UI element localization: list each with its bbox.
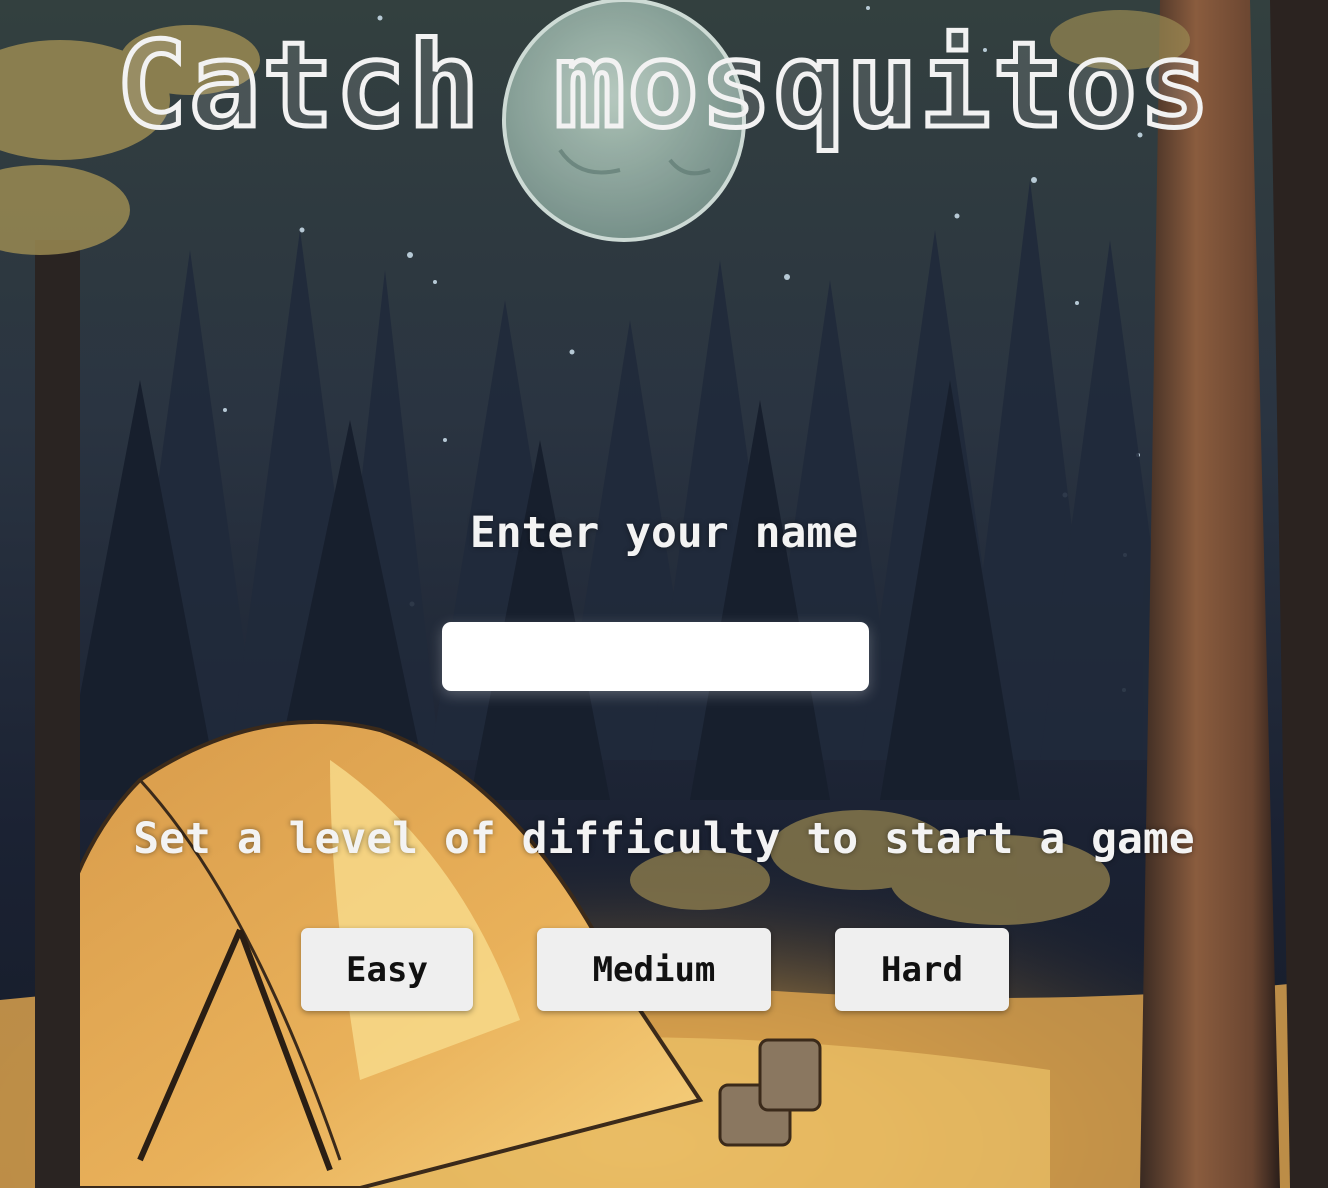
player-name-input[interactable] xyxy=(442,622,869,691)
medium-button[interactable]: Medium xyxy=(537,928,771,1011)
hard-button[interactable]: Hard xyxy=(835,928,1009,1011)
name-prompt-label: Enter your name xyxy=(469,508,859,558)
game-title: Catch mosquitos xyxy=(114,14,1213,157)
easy-button[interactable]: Easy xyxy=(301,928,473,1011)
difficulty-prompt-label: Set a level of difficulty to start a gam… xyxy=(133,814,1195,864)
